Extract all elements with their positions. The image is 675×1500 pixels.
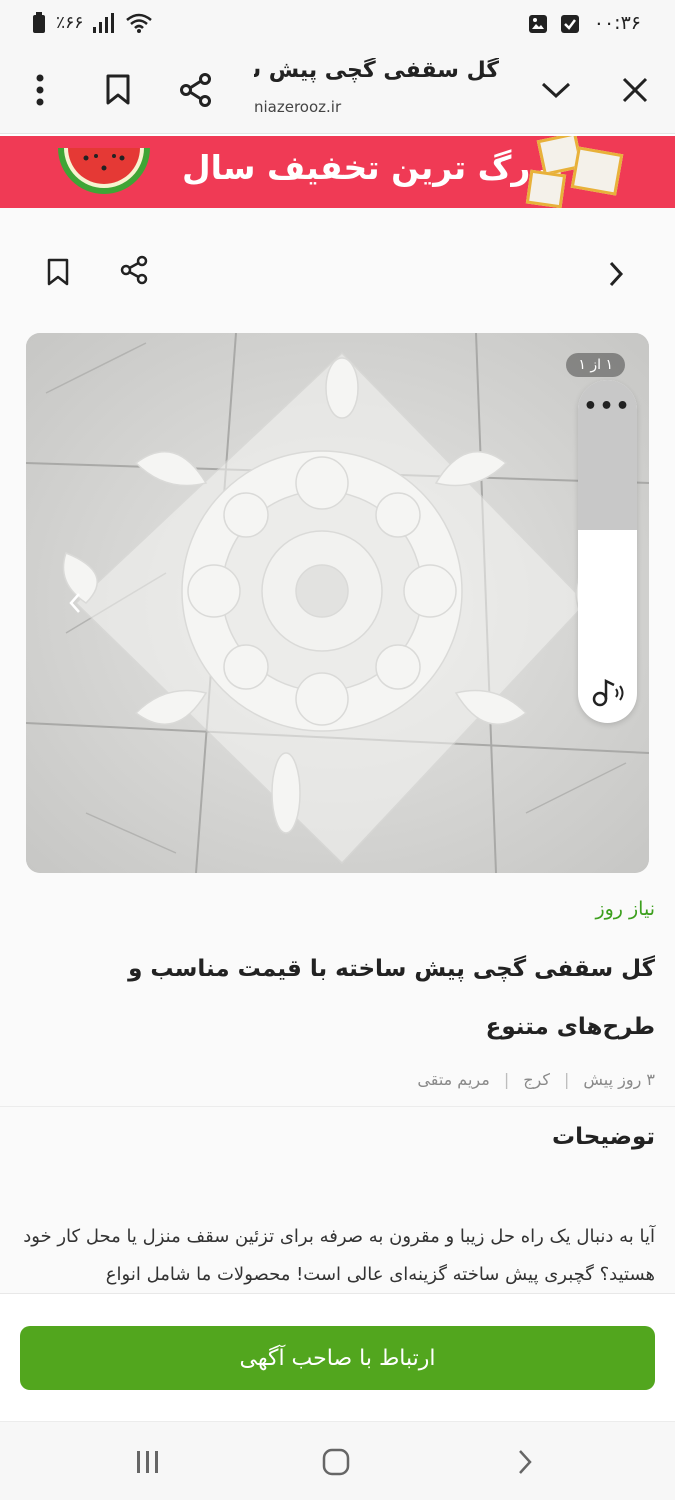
chevron-down-icon <box>541 82 571 99</box>
meta-separator: | <box>563 1070 570 1089</box>
ad-image-gallery[interactable]: ۱ از ۱ <box>26 333 649 873</box>
save-ad-button[interactable] <box>38 252 78 292</box>
banner-text: بزرگ ترین تخفیف سال <box>182 148 564 187</box>
watermelon-icon <box>58 148 150 194</box>
image-counter: ۱ از ۱ <box>566 353 625 377</box>
close-icon <box>622 77 648 103</box>
browser-toolbar: گل سقفی گچی پیش سا... niazerooz.ir <box>0 50 675 134</box>
page-title[interactable]: گل سقفی گچی پیش سا... <box>254 58 499 83</box>
meta-city: کرج <box>523 1070 550 1089</box>
recents-button[interactable] <box>128 1442 168 1482</box>
ad-photo <box>26 333 649 873</box>
bookmark-icon <box>47 258 69 286</box>
side-panel-more-button[interactable]: ••• <box>578 394 637 419</box>
back-icon <box>519 1450 532 1474</box>
description-text: آیا به دنبال یک راه حل زیبا و مقرون به ص… <box>23 1226 655 1285</box>
ad-meta: ۳ روز پیش | کرج | مریم متقی <box>417 1070 655 1089</box>
more-menu-button[interactable] <box>18 68 62 112</box>
system-nav-bar <box>0 1421 675 1500</box>
ad-source[interactable]: نیاز روز <box>595 898 655 920</box>
home-icon <box>322 1448 350 1476</box>
back-button[interactable] <box>596 254 636 294</box>
meta-separator: | <box>503 1070 510 1089</box>
wifi-icon <box>126 13 153 33</box>
share-button[interactable] <box>174 68 218 112</box>
chevron-right-icon <box>609 261 624 287</box>
battery-icon <box>33 12 45 33</box>
signal-icon <box>93 13 115 33</box>
status-time: ۰۰:۳۶ <box>593 12 641 34</box>
battery-percent: ٪۶۶ <box>56 13 84 33</box>
meta-author: مریم متقی <box>417 1070 490 1089</box>
close-button[interactable] <box>613 68 657 112</box>
status-bar: ٪۶۶ ۰۰:۳۶ <box>0 0 675 50</box>
status-left-group: ٪۶۶ <box>32 12 153 34</box>
description-heading: توضیحات <box>552 1124 655 1150</box>
expand-button[interactable] <box>534 68 578 112</box>
meta-time: ۳ روز پیش <box>583 1070 655 1089</box>
promo-banner[interactable]: بزرگ ترین تخفیف سال <box>0 136 675 208</box>
gallery-icon <box>529 15 547 33</box>
more-vert-icon <box>36 74 44 106</box>
gallery-prev-button[interactable] <box>60 583 90 623</box>
nav-back-button[interactable] <box>505 1442 545 1482</box>
recents-icon <box>137 1451 158 1473</box>
bookmark-icon <box>106 74 130 105</box>
audio-icon[interactable] <box>588 671 628 711</box>
share-ad-button[interactable] <box>114 250 154 290</box>
cta-area: ارتباط با صاحب آگهی <box>0 1293 675 1421</box>
home-button[interactable] <box>316 1442 356 1482</box>
bookmark-button[interactable] <box>96 68 140 112</box>
chevron-left-icon <box>69 593 80 613</box>
share-icon <box>180 73 211 107</box>
page-domain[interactable]: niazerooz.ir <box>254 98 341 116</box>
status-right-group <box>528 14 580 34</box>
divider <box>0 1106 675 1107</box>
ad-title: گل سقفی گچی پیش ساخته با قیمت مناسب و طر… <box>128 956 655 1040</box>
contact-owner-button[interactable]: ارتباط با صاحب آگهی <box>20 1326 655 1390</box>
share-icon <box>120 255 148 285</box>
check-icon <box>561 15 579 33</box>
floating-side-panel[interactable]: ••• <box>578 380 637 723</box>
